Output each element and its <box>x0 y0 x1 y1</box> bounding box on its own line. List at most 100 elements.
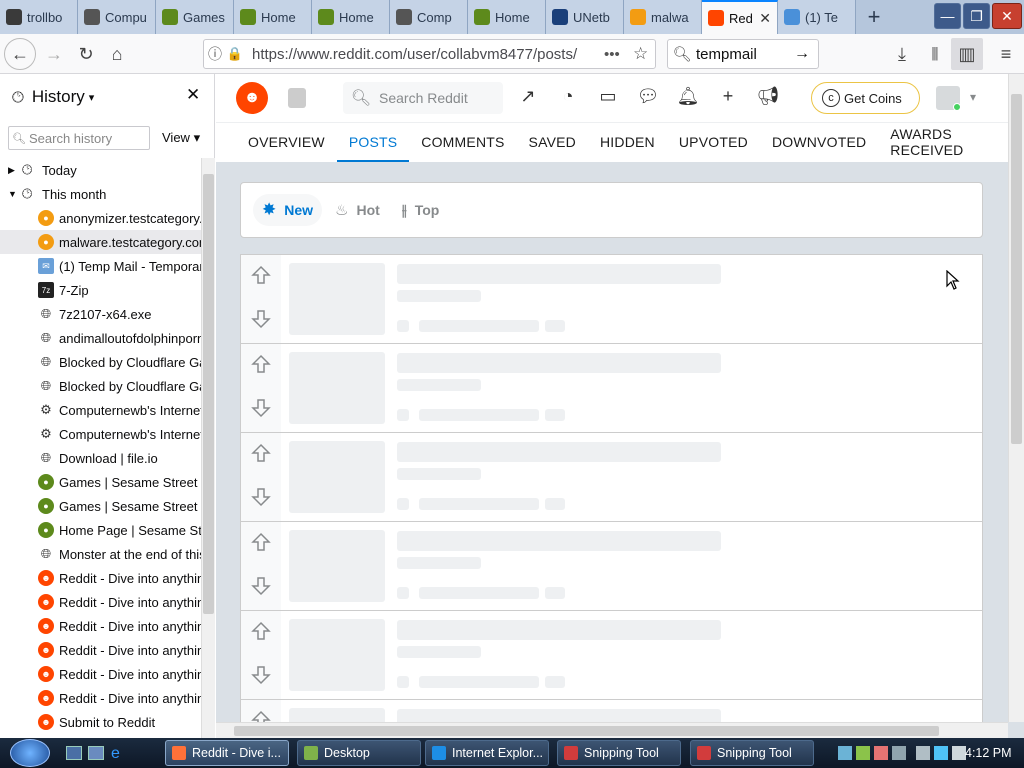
tab-item[interactable]: Compu <box>78 0 156 34</box>
clock[interactable]: 4:12 PM <box>965 746 1012 760</box>
community-icon[interactable] <box>288 88 306 108</box>
sort-hot-button[interactable]: ♨ Hot <box>326 194 389 226</box>
tray-app-icon[interactable] <box>856 746 870 760</box>
history-item[interactable]: 7z 7-Zip <box>0 278 201 302</box>
post-placeholder[interactable] <box>240 254 983 345</box>
tab-item[interactable]: Games <box>156 0 234 34</box>
url-bar[interactable]: ⓘ 🔒 https://www.reddit.com/user/collabvm… <box>203 39 656 69</box>
search-text[interactable]: tempmail <box>696 46 757 63</box>
upvote-arrow-icon[interactable] <box>251 532 271 552</box>
profile-tab-downvoted[interactable]: DOWNVOTED <box>760 123 878 162</box>
history-item[interactable]: 🌐︎ 7z2107-x64.exe <box>0 302 201 326</box>
profile-tab-upvoted[interactable]: UPVOTED <box>667 123 760 162</box>
flag-icon[interactable] <box>934 746 948 760</box>
notifications-bell-icon[interactable]: 🔔︎ <box>676 84 700 108</box>
history-item[interactable]: ● Games | Sesame Street | PB <box>0 470 201 494</box>
close-sidebar-icon[interactable]: ✕ <box>186 85 200 105</box>
history-item[interactable]: ☻ Submit to Reddit <box>0 710 201 734</box>
history-item[interactable]: 🌐︎ andimalloutofdolphinporn <box>0 326 201 350</box>
downloads-icon[interactable]: ⤓ <box>886 38 918 70</box>
downvote-arrow-icon[interactable] <box>251 665 271 685</box>
reload-button[interactable]: ↻ <box>70 38 102 70</box>
tray-app-icon[interactable] <box>892 746 906 760</box>
profile-tab-comments[interactable]: COMMENTS <box>409 123 516 162</box>
back-button[interactable]: ← <box>4 38 36 70</box>
tab-item[interactable]: Home <box>234 0 312 34</box>
history-item[interactable]: ⚙ Computernewb's Internet F <box>0 398 201 422</box>
sort-top-button[interactable]: ⫲ Top <box>393 194 449 226</box>
upvote-arrow-icon[interactable] <box>251 443 271 463</box>
downvote-arrow-icon[interactable] <box>251 398 271 418</box>
tab-item[interactable]: trollbo <box>0 0 78 34</box>
horizontal-scroll-thumb[interactable] <box>234 726 939 736</box>
close-tab-icon[interactable]: ✕ <box>759 10 771 27</box>
history-item[interactable]: ● anonymizer.testcategory.c... <box>0 206 201 230</box>
reddit-search-input[interactable]: 🔍︎ Search Reddit <box>343 82 503 114</box>
video-icon[interactable]: ▭ <box>596 84 620 108</box>
create-post-icon[interactable]: + <box>716 84 740 108</box>
taskbar-button[interactable]: Internet Explor... <box>425 740 549 766</box>
history-item[interactable]: 🌐︎ Blocked by Cloudflare Gate <box>0 350 201 374</box>
tab-item[interactable]: (1) Te <box>778 0 856 34</box>
taskbar-button[interactable]: Snipping Tool <box>690 740 814 766</box>
sidebar-toggle-icon[interactable]: ▥ <box>951 38 983 70</box>
bookmark-star-icon[interactable]: ☆ <box>633 44 648 64</box>
history-group-today[interactable]: ▶ 🕑︎ Today <box>0 158 201 182</box>
post-placeholder[interactable] <box>240 343 983 434</box>
history-item[interactable]: ⚙ Computernewb's Internet F <box>0 422 201 446</box>
tab-item[interactable]: Home <box>312 0 390 34</box>
page-scrollbar[interactable] <box>1008 74 1024 722</box>
url-text[interactable]: https://www.reddit.com/user/collabvm8477… <box>244 46 577 63</box>
history-item[interactable]: ☻ Reddit - Dive into anything <box>0 614 201 638</box>
collapse-arrow-icon[interactable]: ▼ <box>8 189 22 199</box>
user-menu-chevron-icon[interactable]: ▾ <box>970 90 976 104</box>
volume-icon[interactable] <box>952 746 966 760</box>
expand-arrow-icon[interactable]: ▶ <box>8 165 22 176</box>
stats-icon[interactable]: ◔ <box>556 84 580 108</box>
history-item[interactable]: ☻ Reddit - Dive into anything <box>0 686 201 710</box>
page-actions-icon[interactable]: ••• <box>604 46 620 63</box>
history-item[interactable]: ● Home Page | Sesame Stree <box>0 518 201 542</box>
history-item[interactable]: 🌐︎ Blocked by Cloudflare Gate <box>0 374 201 398</box>
history-item[interactable]: ● Games | Sesame Street | PB <box>0 494 201 518</box>
history-item[interactable]: ☻ Reddit - Dive into anything <box>0 566 201 590</box>
search-bar[interactable]: 🔍︎ tempmail → <box>667 39 819 69</box>
post-placeholder[interactable] <box>240 521 983 612</box>
chat-icon[interactable]: 💬︎ <box>636 84 660 108</box>
tab-item[interactable]: UNetb <box>546 0 624 34</box>
library-icon[interactable]: ⫼ <box>919 38 951 70</box>
restore-button[interactable]: ❐ <box>963 3 990 29</box>
taskbar-button[interactable]: Desktop <box>297 740 421 766</box>
tray-app-icon[interactable] <box>838 746 852 760</box>
explorer-quicklaunch-icon[interactable] <box>88 746 104 760</box>
downvote-arrow-icon[interactable] <box>251 576 271 596</box>
profile-tab-hidden[interactable]: HIDDEN <box>588 123 667 162</box>
search-go-icon[interactable]: → <box>794 45 810 63</box>
profile-tab-overview[interactable]: OVERVIEW <box>236 123 337 162</box>
post-placeholder[interactable] <box>240 610 983 701</box>
profile-tab-posts[interactable]: POSTS <box>336 123 410 162</box>
show-desktop-icon[interactable] <box>66 746 82 760</box>
reddit-logo-icon[interactable]: ☻ <box>236 82 268 114</box>
history-item[interactable]: 🌐︎ Monster at the end of this . <box>0 542 201 566</box>
profile-tab-awards-received[interactable]: AWARDS RECEIVED <box>878 123 1008 162</box>
home-button[interactable]: ⌂ <box>101 38 133 70</box>
sidebar-scroll-thumb[interactable] <box>203 174 214 614</box>
history-item[interactable]: 🌐︎ Download | file.io <box>0 446 201 470</box>
history-item[interactable]: ☻ Reddit - Dive into anything <box>0 662 201 686</box>
minimize-button[interactable]: — <box>934 3 961 29</box>
history-item[interactable]: ✉ (1) Temp Mail - Temporary <box>0 254 201 278</box>
advertise-megaphone-icon[interactable]: 📢︎ <box>756 84 780 108</box>
ie-quicklaunch-icon[interactable]: e <box>111 745 120 763</box>
popular-icon[interactable]: ↗ <box>516 84 540 108</box>
history-item[interactable]: ● malware.testcategory.com/ <box>0 230 201 254</box>
tab-item[interactable]: malwa <box>624 0 702 34</box>
start-button[interactable] <box>10 739 50 767</box>
history-search-input[interactable]: 🔍︎ Search history <box>8 126 150 150</box>
tab-active[interactable]: Red ✕ <box>702 0 778 34</box>
view-menu-button[interactable]: View ▾ <box>162 130 200 146</box>
taskbar-button[interactable]: Snipping Tool <box>557 740 681 766</box>
sidebar-title[interactable]: History <box>32 87 85 107</box>
downvote-arrow-icon[interactable] <box>251 309 271 329</box>
forward-button[interactable]: → <box>38 38 70 70</box>
